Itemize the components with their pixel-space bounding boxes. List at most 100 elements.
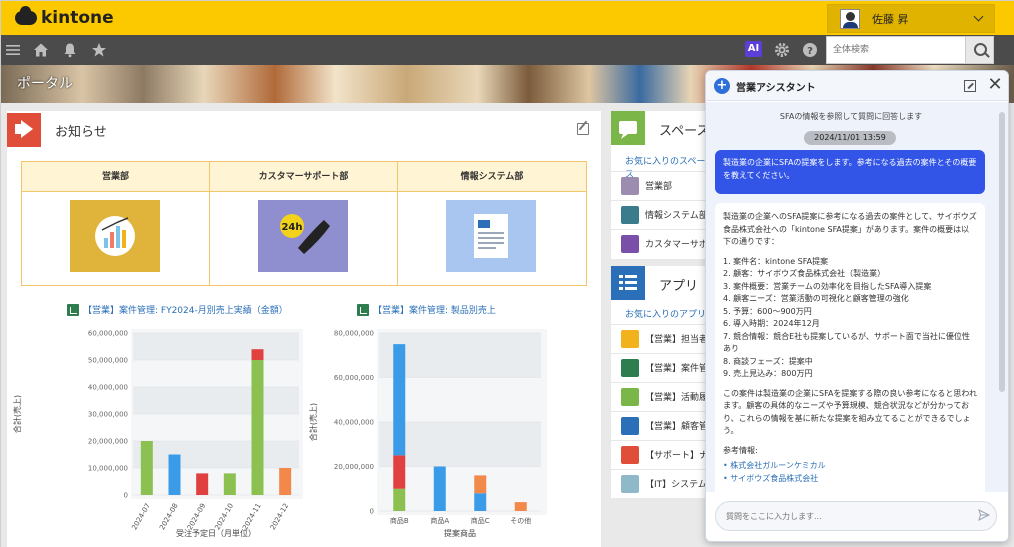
grid-band <box>133 387 299 414</box>
bar[interactable] <box>393 455 406 489</box>
send-icon[interactable] <box>978 509 990 521</box>
assistant-input-area <box>706 492 1008 541</box>
space-item-label: 営業部 <box>645 182 673 192</box>
bar[interactable] <box>196 473 209 495</box>
user-name: 佐藤 昇 <box>872 12 909 26</box>
app-item-label: 【IT】システム <box>645 480 707 490</box>
space-item-label: カスタマーサポート <box>645 240 711 250</box>
reference-link[interactable]: 株式会社ガルーンケミカル <box>723 460 977 473</box>
x-axis-label: 提案商品 <box>444 528 476 538</box>
list-item: 9. 売上見込み：800万円 <box>723 369 813 378</box>
bar[interactable] <box>140 441 153 495</box>
app-item-label: 【営業】担当者 <box>645 335 709 345</box>
bar[interactable] <box>393 344 406 456</box>
y-tick-label: 40,000,000 <box>88 384 128 392</box>
space-item[interactable]: 情報システム部 <box>611 200 711 228</box>
list-item: 7. 競合情報：競合E社も提案しているが、サポート面で当社に優位性あり <box>723 331 970 354</box>
star-icon[interactable] <box>91 42 107 58</box>
search-icon[interactable] <box>965 37 993 63</box>
assistant-title: 営業アシスタント <box>736 83 816 94</box>
expand-icon[interactable] <box>964 80 976 92</box>
bar[interactable] <box>514 502 527 511</box>
x-tick-label: 商品C <box>471 516 490 525</box>
app-item[interactable]: 【サポート】ナレッジ <box>611 440 711 468</box>
sales-assistant-panel: + 営業アシスタント ✕ SFAの情報を参照して質問に回答します 2024/11… <box>705 70 1009 542</box>
ai-button[interactable]: AI <box>745 41 762 57</box>
bar[interactable] <box>251 360 264 495</box>
message-date: 2024/11/01 13:59 <box>804 131 896 145</box>
list-item: 2. 顧客：サイボウズ食品株式会社（製造業） <box>723 269 886 278</box>
chart-report-icon[interactable] <box>70 200 160 272</box>
plus-icon[interactable]: + <box>714 78 730 94</box>
app-item[interactable]: 【営業】活動履歴 <box>611 382 711 410</box>
reference-list: 株式会社ガルーンケミカル サイボウズ食品株式会社 <box>723 460 977 485</box>
y-tick-label: 30,000,000 <box>88 411 128 419</box>
app-icon <box>357 303 369 316</box>
y-tick-label: 0 <box>124 492 128 500</box>
bar[interactable] <box>433 466 446 512</box>
question-input[interactable] <box>715 501 997 531</box>
bell-icon[interactable] <box>62 42 78 58</box>
bar[interactable] <box>474 493 487 511</box>
help-icon[interactable]: ? <box>802 42 818 58</box>
space-item[interactable]: 営業部 <box>611 171 711 199</box>
bar[interactable] <box>168 454 181 496</box>
monthly-sales-chart-link[interactable]: 【営業】案件管理: FY2024-月別売上実績（金額） <box>67 303 288 316</box>
reference-link[interactable]: サイボウズ食品株式会社 <box>723 473 977 486</box>
app-item[interactable]: 【IT】システム <box>611 469 711 497</box>
edit-icon[interactable] <box>577 123 589 135</box>
x-tick-label: 2024-10 <box>213 502 235 531</box>
bar[interactable] <box>474 475 487 494</box>
monthly-sales-chart: 0 10,000,000 20,000,000 30,000,000 40,000,00… <box>12 329 303 538</box>
close-icon[interactable]: ✕ <box>986 75 1004 95</box>
dept-header-support: カスタマーサポート部 <box>210 162 398 192</box>
list-item: 3. 案件概要：営業チームの効率化を目指したSFA導入提案 <box>723 281 932 291</box>
assistant-answer-intro: 製造業の企業へのSFA提案に参考になる過去の案件として、サイボウズ食品株式会社へ… <box>723 212 977 246</box>
chart-link-label: 【営業】案件管理: 製品別売上 <box>373 306 496 316</box>
app-item-label: 【営業】活動履歴 <box>645 393 711 403</box>
menu-icon[interactable] <box>5 42 21 58</box>
bar[interactable] <box>393 488 406 511</box>
x-tick-label: 2024-08 <box>158 502 180 531</box>
assistant-answer-summary: この案件は製造業の企業にSFAを提案する際の良い参考になると思われます。顧客の具… <box>723 388 978 436</box>
scrollbar-thumb[interactable] <box>999 112 1005 392</box>
home-icon[interactable] <box>33 42 49 58</box>
search-input[interactable] <box>827 37 967 63</box>
space-icon <box>611 111 645 145</box>
document-icon[interactable] <box>446 200 536 272</box>
bar[interactable] <box>251 349 264 360</box>
dept-cell-it <box>398 192 586 286</box>
notice-title: お知らせ <box>55 125 107 140</box>
y-axis-label: 合計(売上) <box>12 395 22 433</box>
y-tick-label: 20,000,000 <box>334 463 374 471</box>
chat-scrollbar[interactable] <box>997 102 1007 492</box>
app-icon <box>621 474 639 493</box>
space-item[interactable]: カスタマーサポート <box>611 229 711 257</box>
user-message: 製造業の企業にSFAの提案をします。参考になる過去の案件とその概要を教えてくださ… <box>715 150 985 194</box>
reference-label: 参考情報: <box>723 445 758 455</box>
kintone-logo[interactable]: kintone <box>15 6 114 29</box>
svg-text:?: ? <box>807 46 813 57</box>
y-tick-label: 20,000,000 <box>88 438 128 446</box>
x-tick-label: 2024-07 <box>130 502 152 531</box>
x-tick-label: 2024-09 <box>186 502 208 531</box>
y-tick-label: 80,000,000 <box>334 330 374 338</box>
dept-header-it: 情報システム部 <box>398 162 586 192</box>
bar[interactable] <box>223 473 236 495</box>
app-item[interactable]: 【営業】案件管理 <box>611 353 711 381</box>
app-item[interactable]: 【営業】顧客管理 <box>611 411 711 439</box>
bar[interactable] <box>279 468 292 495</box>
app-item-label: 【サポート】ナレッジ <box>645 451 711 461</box>
y-tick-label: 60,000,000 <box>88 330 128 338</box>
app-item[interactable]: 【営業】担当者 <box>611 324 711 352</box>
list-item: 6. 導入時期：2024年12月 <box>723 319 820 328</box>
user-menu[interactable]: 佐藤 昇 <box>827 4 995 33</box>
grid-band <box>133 441 299 468</box>
app-list-icon <box>611 266 645 300</box>
space-thumbnail <box>621 176 639 195</box>
gear-icon[interactable] <box>774 42 790 58</box>
apps-subtitle: お気に入りのアプリ <box>625 310 707 320</box>
product-sales-chart-link[interactable]: 【営業】案件管理: 製品別売上 <box>357 303 496 316</box>
phone-24h-icon[interactable]: 24h <box>258 200 348 272</box>
global-search <box>826 36 994 64</box>
